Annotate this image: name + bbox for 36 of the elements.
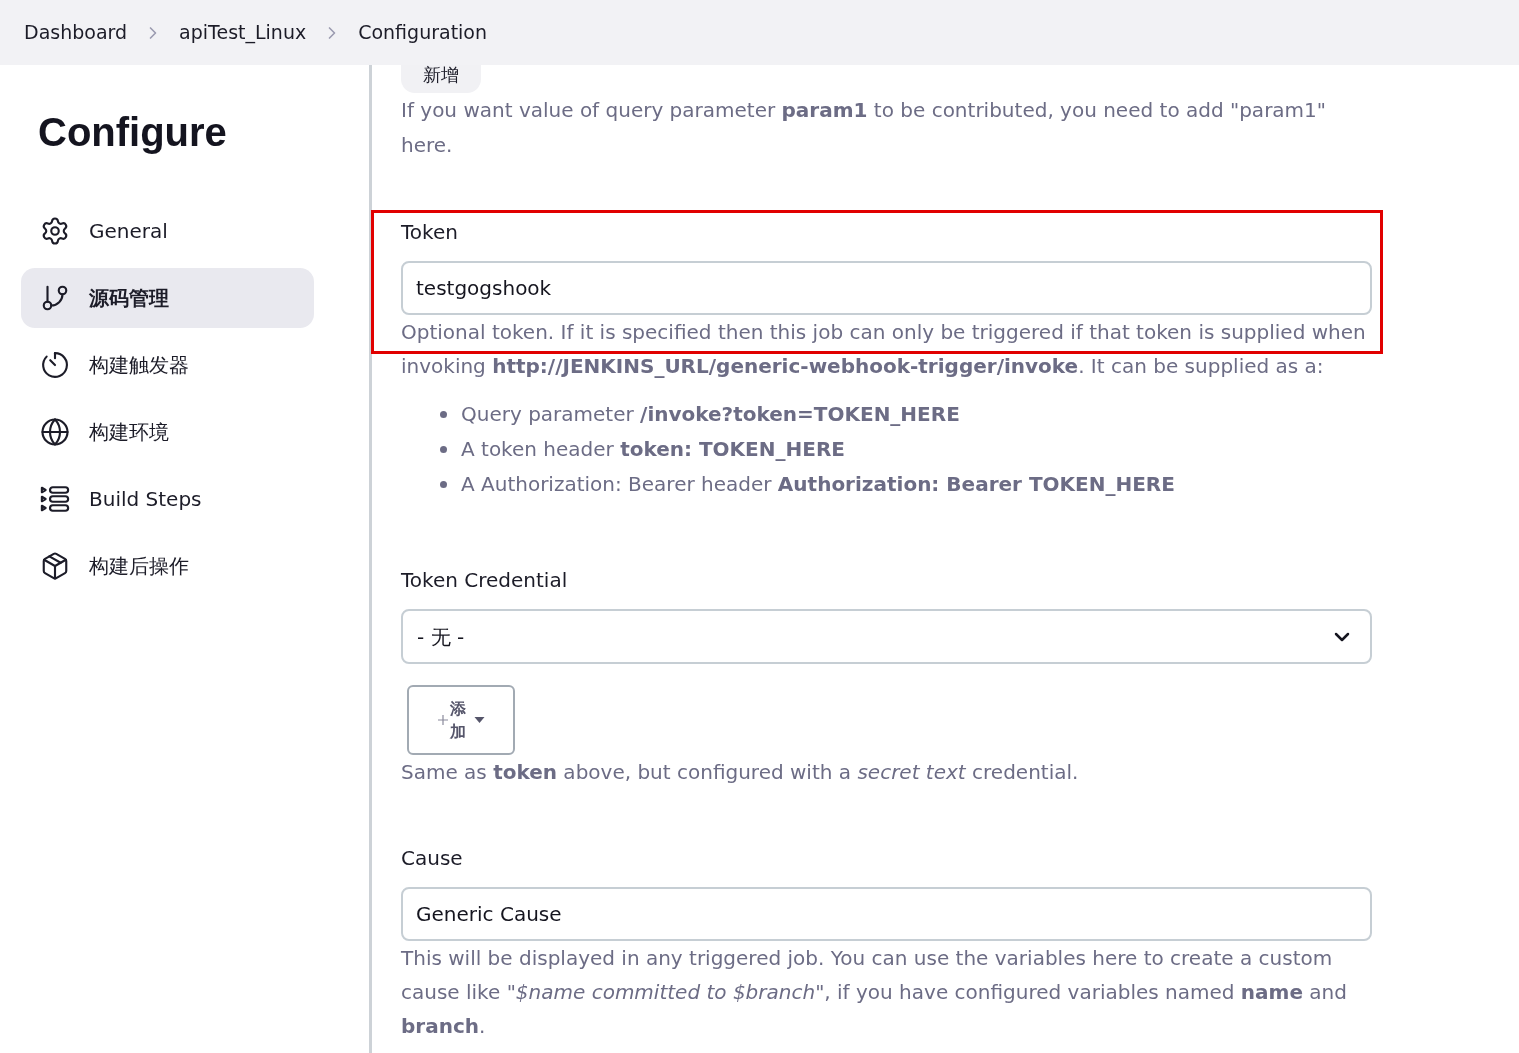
timer-icon <box>40 350 70 380</box>
breadcrumb-link[interactable]: Dashboard <box>24 18 128 47</box>
help-text: This will be displayed in any triggered job. You can use the variables here to create a custom cause like "$name committed to $branch", if you have configured variables named name and branch. <box>401 946 1347 1038</box>
caret-down-icon <box>473 717 485 723</box>
list-steps-icon <box>40 484 70 514</box>
help-list-item: Query parameter /invoke?token=TOKEN_HERE <box>461 401 960 428</box>
field-label: Cause <box>401 845 463 872</box>
help-list-item: A token header token: TOKEN_HERE <box>461 436 845 463</box>
field-label: Token Credential <box>401 567 568 594</box>
sidebar-item[interactable]: 源码管理 <box>21 268 314 328</box>
page-title: Configure <box>38 109 227 156</box>
sidebar-item[interactable]: General <box>21 201 314 261</box>
globe-icon <box>40 417 70 447</box>
help-text: If you want value of query parameter param1 to be contributed, you need to add "param1" here. <box>401 98 1326 157</box>
field-label: Token <box>401 219 458 246</box>
branch-icon <box>40 283 70 313</box>
add-new-button[interactable]: 新增 <box>401 65 481 93</box>
bullet-icon <box>440 481 447 488</box>
plus-icon <box>437 715 448 725</box>
sidebar-item[interactable]: Build Steps <box>21 469 314 529</box>
text-field[interactable]: Generic Cause <box>401 887 1372 941</box>
breadcrumb-link[interactable]: Configuration <box>358 18 488 47</box>
text-field[interactable]: testgogshook <box>401 261 1372 315</box>
help-text: Optional token. If it is specified then this job can only be triggered if that token is supplied when invoking http://JENKINS_URL/generic-webhook-trigger/invoke. It can be supplied as a: <box>401 320 1366 378</box>
gear-icon <box>40 216 70 246</box>
breadcrumb-link[interactable]: apiTest_Linux <box>179 18 307 47</box>
help-text: Same as token above, but configured with a secret text credential. <box>401 760 1079 784</box>
credential-dropdown[interactable]: - 无 - <box>401 609 1372 664</box>
sidebar-item[interactable]: 构建触发器 <box>21 335 314 395</box>
sidebar-item[interactable]: 构建后操作 <box>21 536 314 596</box>
package-icon <box>40 551 70 581</box>
bullet-icon <box>440 446 447 453</box>
bullet-icon <box>440 411 447 418</box>
sidebar-item[interactable]: 构建环境 <box>21 402 314 462</box>
add-button[interactable]: 添加 <box>407 685 515 755</box>
help-list-item: A Authorization: Bearer header Authorization: Bearer TOKEN_HERE <box>461 471 1175 498</box>
